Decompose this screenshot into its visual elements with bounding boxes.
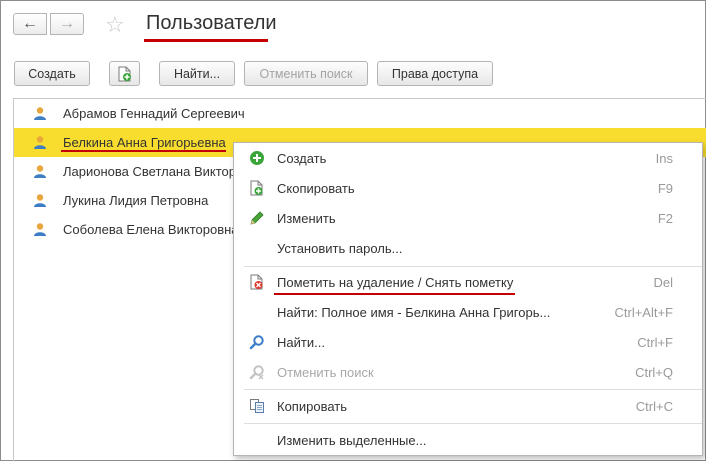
user-icon: [34, 165, 46, 178]
copy-document-icon: [118, 66, 131, 81]
menu-item-shortcut: Ctrl+F: [637, 335, 673, 350]
menu-item-edit-selected[interactable]: Изменить выделенные...: [234, 425, 702, 455]
menu-item-label: Установить пароль...: [277, 241, 403, 256]
menu-item-shortcut: Ctrl+Alt+F: [614, 305, 673, 320]
find-button[interactable]: Найти...: [159, 61, 235, 86]
back-button[interactable]: ←: [13, 13, 47, 35]
list-item[interactable]: Абрамов Геннадий Сергеевич: [14, 99, 706, 128]
menu-item-shortcut: Ctrl+Q: [635, 365, 673, 380]
user-name: Ларионова Светлана Виктор: [63, 164, 236, 179]
delete-mark-icon: [250, 274, 263, 290]
title-annotation-underline: [144, 39, 268, 42]
arrow-left-icon: ←: [22, 15, 38, 32]
menu-item-label: Создать: [277, 151, 327, 166]
menu-item-label: Копировать: [277, 399, 347, 414]
menu-item-label: Найти: Полное имя - Белкина Анна Григорь…: [277, 305, 551, 320]
user-name: Белкина Анна Григорьевна: [63, 135, 226, 150]
context-menu: Создать Ins Скопировать F9 Изменить F2 У…: [233, 142, 703, 456]
user-name: Абрамов Геннадий Сергеевич: [63, 106, 245, 121]
menu-item-shortcut: F9: [657, 181, 673, 196]
menu-item-shortcut: Del: [653, 275, 673, 290]
menu-item-shortcut: F2: [657, 211, 673, 226]
menu-item-find-by-value[interactable]: Найти: Полное имя - Белкина Анна Григорь…: [234, 297, 702, 327]
plus-circle-icon: [250, 151, 264, 165]
menu-item-cancel-search[interactable]: Отменить поиск Ctrl+Q: [234, 357, 702, 387]
user-icon: [34, 223, 46, 236]
users-list-form: ← → ☆ Пользователи Создать Найти... Отме…: [0, 0, 706, 461]
copy-document-icon: [250, 180, 263, 196]
forward-button[interactable]: →: [50, 13, 84, 35]
menu-item-edit[interactable]: Изменить F2: [234, 203, 702, 233]
menu-separator: [244, 423, 702, 424]
pencil-icon: [250, 211, 264, 225]
menu-item-label: Отменить поиск: [277, 365, 374, 380]
menu-item-shortcut: Ins: [655, 151, 673, 166]
create-button[interactable]: Создать: [14, 61, 90, 86]
menu-item-shortcut: Ctrl+C: [635, 399, 673, 414]
menu-item-set-password[interactable]: Установить пароль...: [234, 233, 702, 263]
arrow-right-icon: →: [59, 15, 75, 32]
menu-item-create[interactable]: Создать Ins: [234, 143, 702, 173]
menu-item-annotation-underline: [274, 293, 515, 295]
menu-item-label: Найти...: [277, 335, 325, 350]
user-icon: [34, 194, 46, 207]
menu-item-copy-item[interactable]: Скопировать F9: [234, 173, 702, 203]
access-rights-button-label: Права доступа: [391, 66, 479, 81]
user-name: Соболева Елена Викторовна: [63, 222, 239, 237]
user-name: Лукина Лидия Петровна: [63, 193, 209, 208]
menu-separator: [244, 389, 702, 390]
page-title: Пользователи: [146, 12, 277, 34]
copy-clipboard-icon: [250, 399, 264, 413]
menu-item-label: Пометить на удаление / Снять пометку: [277, 275, 514, 290]
create-button-label: Создать: [28, 66, 76, 81]
cancel-search-button-label: Отменить поиск: [259, 66, 353, 81]
selected-row-annotation-underline: [61, 150, 226, 152]
user-icon: [34, 107, 46, 120]
star-icon[interactable]: ☆: [105, 14, 125, 36]
menu-item-find[interactable]: Найти... Ctrl+F: [234, 327, 702, 357]
menu-item-label: Скопировать: [277, 181, 355, 196]
menu-item-label: Изменить выделенные...: [277, 433, 427, 448]
access-rights-button[interactable]: Права доступа: [377, 61, 493, 86]
menu-item-copy-clipboard[interactable]: Копировать Ctrl+C: [234, 391, 702, 421]
cancel-search-icon: [249, 365, 264, 380]
copy-button[interactable]: [109, 61, 140, 86]
search-icon: [249, 335, 264, 350]
find-button-label: Найти...: [173, 66, 221, 81]
menu-item-label: Изменить: [277, 211, 336, 226]
cancel-search-button[interactable]: Отменить поиск: [244, 61, 368, 86]
user-icon: [34, 136, 46, 149]
